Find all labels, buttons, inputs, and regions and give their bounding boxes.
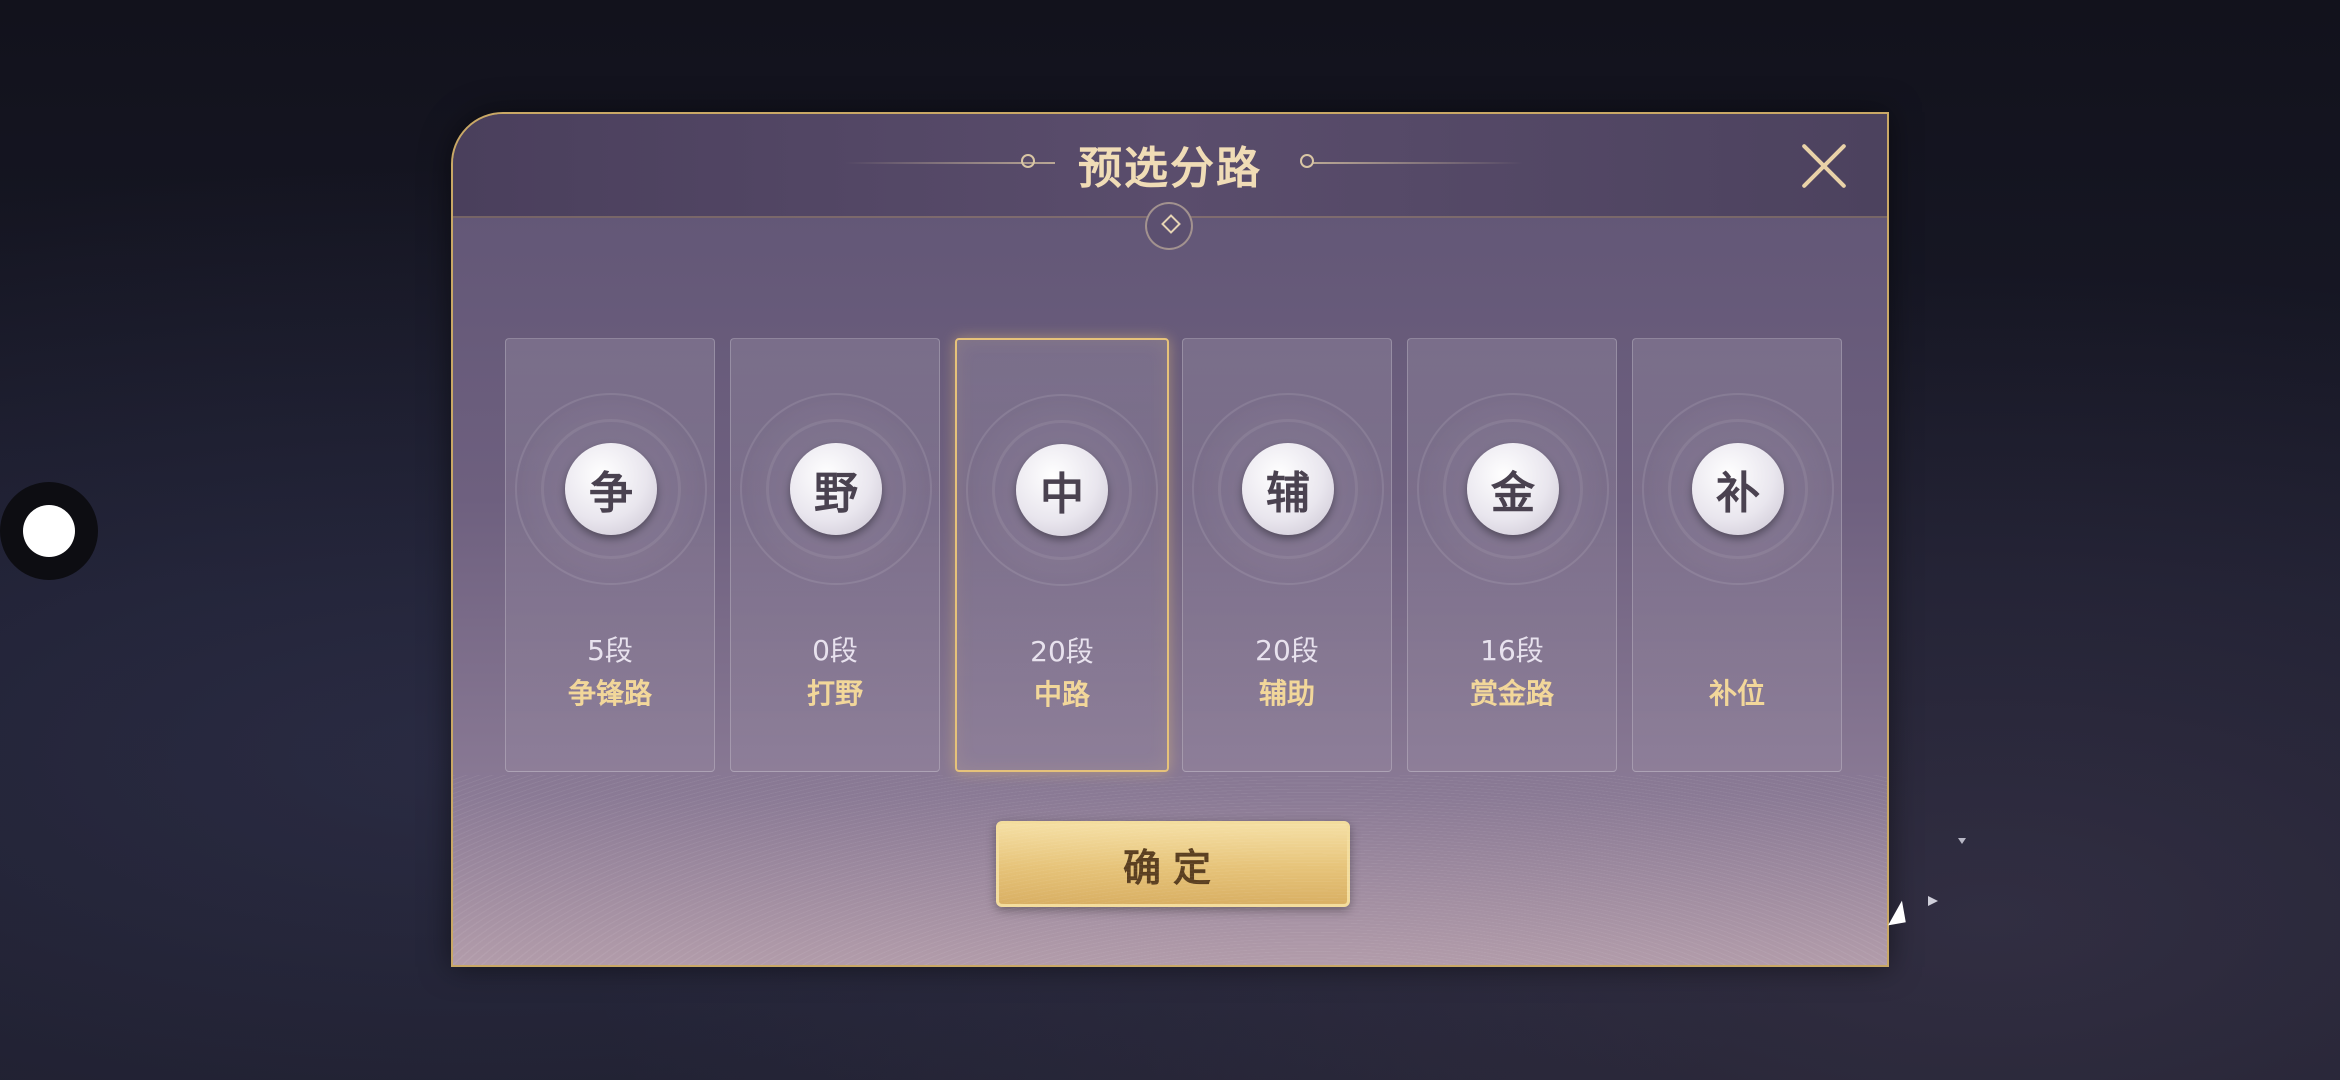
lane-name: 补位 (1708, 677, 1765, 710)
lane-name: 赏金路 (1469, 677, 1554, 710)
lane-card-fill[interactable]: 补 补位 (1632, 338, 1842, 772)
lane-name: 争锋路 (567, 677, 652, 710)
lane-card-jungle[interactable]: 野 0段 打野 (730, 338, 940, 772)
small-arrow-right-icon (1928, 896, 1938, 906)
confirm-button[interactable]: 确定 (996, 821, 1350, 907)
lane-rank: 20段 (1255, 634, 1319, 667)
lane-name: 中路 (1033, 678, 1090, 711)
lane-rank: 0段 (812, 634, 858, 667)
lane-icon-fill: 补 (1692, 443, 1784, 535)
lane-list: 争 5段 争锋路 野 0段 打野 中 20段 中路 辅 20段 辅助 金 16段… (505, 338, 1845, 772)
lane-icon-gold: 金 (1467, 443, 1559, 535)
assistive-touch-button[interactable] (0, 482, 98, 580)
pointer-arrow-icon (1884, 900, 1906, 926)
lane-rank: 5段 (587, 634, 633, 667)
lane-preselect-dialog: 预选分路 争 5段 争锋路 野 0段 打野 中 20段 中路 辅 20段 辅助 … (451, 112, 1889, 967)
title-deco-line-right (1313, 162, 1523, 164)
lane-name: 辅助 (1258, 677, 1315, 710)
lane-card-mid[interactable]: 中 20段 中路 (955, 338, 1169, 772)
confirm-button-label: 确定 (1122, 845, 1223, 890)
lane-rank: 16段 (1480, 634, 1544, 667)
lane-icon-jungle: 野 (790, 443, 882, 535)
header-emblem-icon (1145, 202, 1193, 250)
lane-name: 打野 (806, 677, 863, 710)
lane-icon-mid: 中 (1016, 444, 1108, 536)
lane-icon-top: 争 (565, 443, 657, 535)
assistive-touch-dot (23, 505, 75, 557)
lane-card-top[interactable]: 争 5段 争锋路 (505, 338, 715, 772)
lane-card-gold[interactable]: 金 16段 赏金路 (1407, 338, 1617, 772)
lane-rank: 20段 (1030, 635, 1094, 668)
lane-icon-support: 辅 (1242, 443, 1334, 535)
small-arrow-down-icon (1958, 838, 1966, 844)
close-icon[interactable] (1798, 140, 1850, 192)
title-deco-knot-right (1300, 154, 1314, 168)
dialog-title: 预选分路 (1078, 143, 1262, 194)
lane-card-support[interactable]: 辅 20段 辅助 (1182, 338, 1392, 772)
